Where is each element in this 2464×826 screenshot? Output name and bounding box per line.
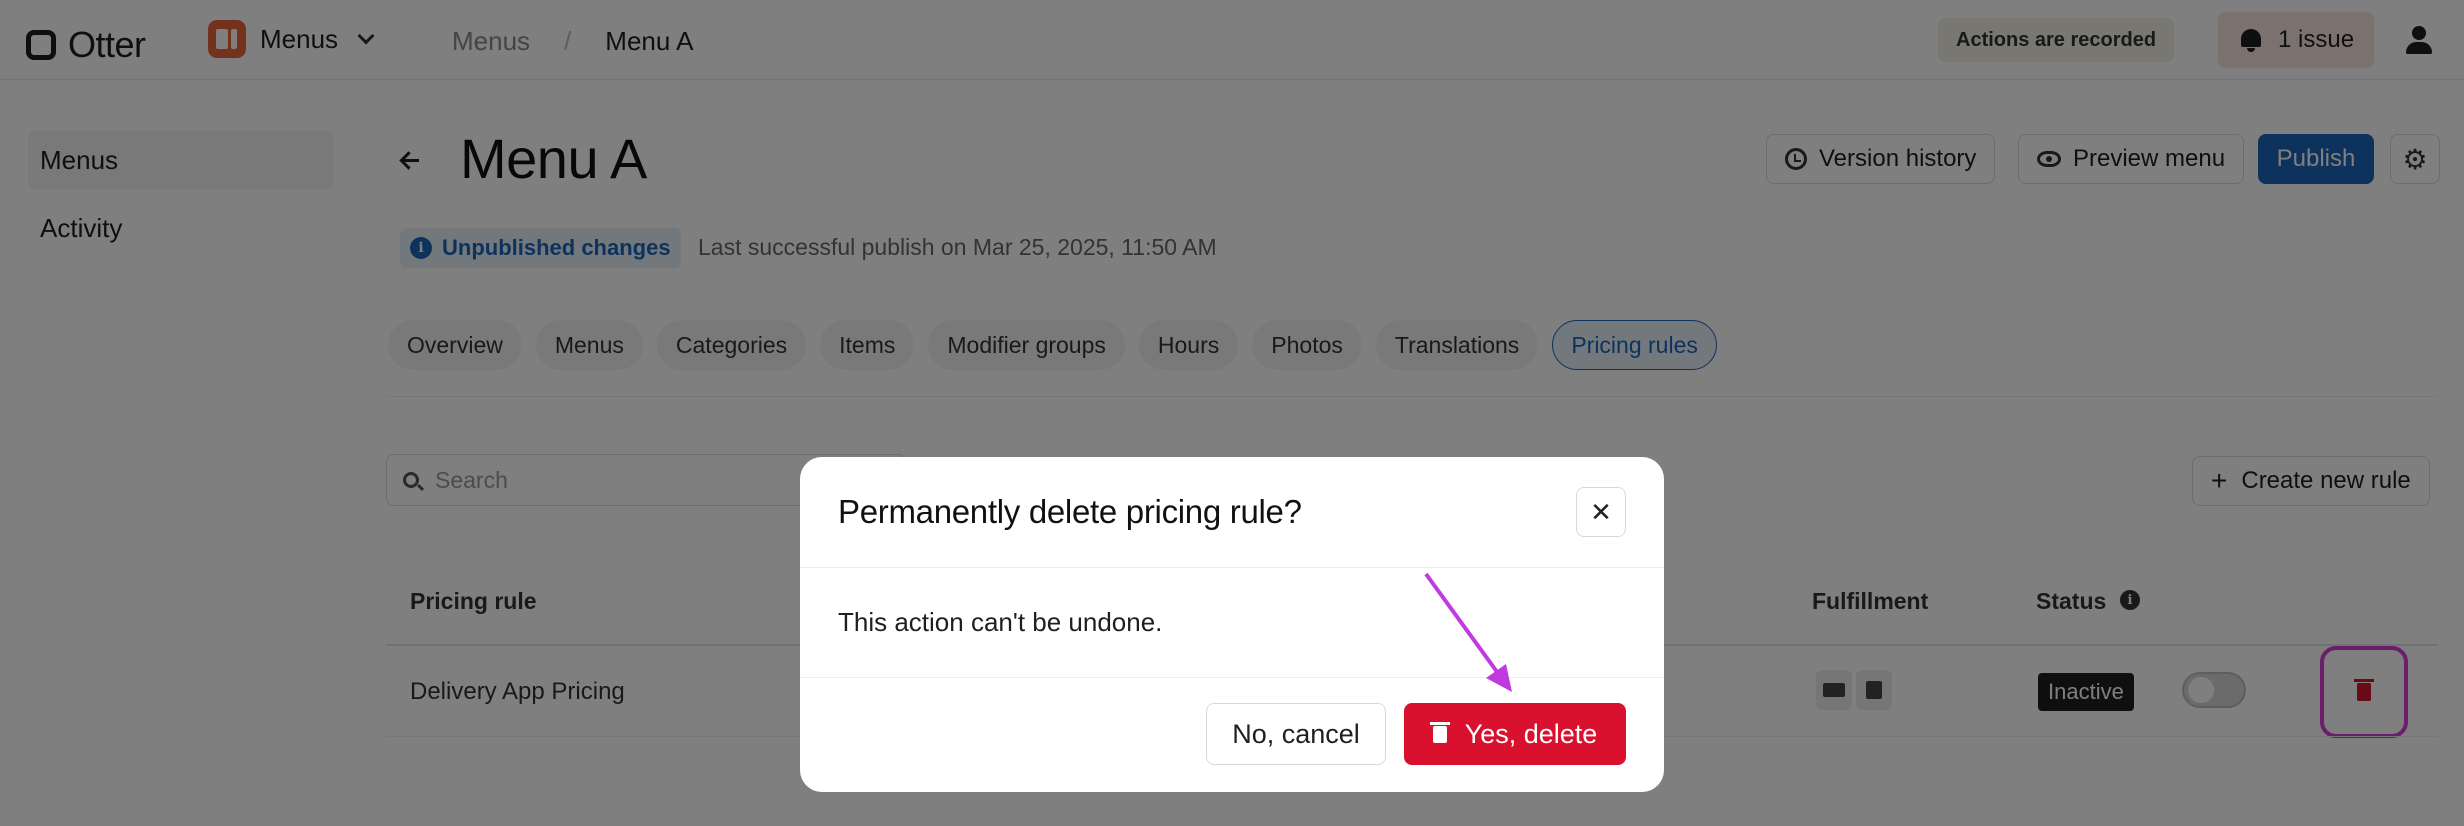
divider	[800, 567, 1664, 568]
confirm-delete-label: Yes, delete	[1464, 718, 1598, 749]
cancel-button[interactable]: No, cancel	[1206, 703, 1386, 765]
confirm-delete-button[interactable]: Yes, delete	[1404, 703, 1626, 765]
divider	[800, 677, 1664, 678]
delete-confirm-dialog: Permanently delete pricing rule? ✕ This …	[800, 457, 1664, 792]
close-icon: ✕	[1590, 496, 1612, 527]
close-button[interactable]: ✕	[1576, 487, 1626, 537]
trash-icon	[1429, 721, 1450, 743]
dialog-title: Permanently delete pricing rule?	[838, 493, 1302, 530]
dialog-body: This action can't be undone.	[838, 607, 1163, 637]
